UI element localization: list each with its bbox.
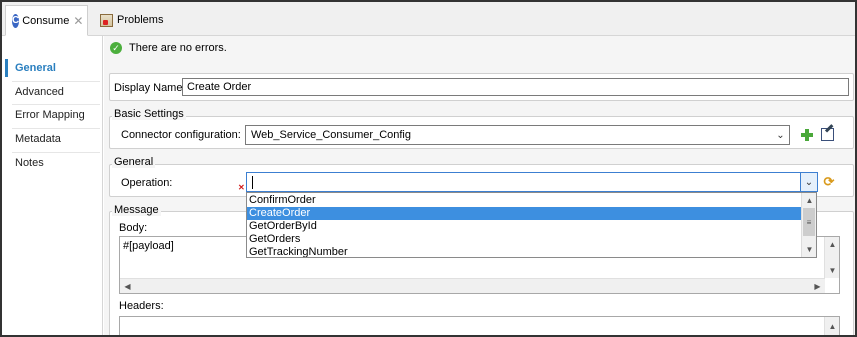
- sidebar-item-label: Error Mapping: [15, 109, 85, 121]
- dropdown-option-selected[interactable]: CreateOrder: [247, 207, 801, 220]
- general-title: General: [112, 156, 156, 168]
- dropdown-option[interactable]: ConfirmOrder: [247, 194, 801, 207]
- tab-problems-label: Problems: [117, 14, 164, 26]
- chevron-down-icon[interactable]: ⌄: [772, 126, 789, 144]
- display-name-label: Display Name:: [114, 82, 186, 94]
- display-name-group: Display Name: Create Order: [109, 73, 854, 101]
- vertical-scrollbar[interactable]: ▲: [824, 317, 840, 335]
- problems-icon: [100, 13, 113, 27]
- tab-consume-label: Consume: [22, 14, 70, 27]
- edit-icon[interactable]: [821, 128, 834, 141]
- message-title: Message: [112, 204, 161, 216]
- close-icon[interactable]: ✕: [73, 14, 83, 28]
- editor-window: C Consume ✕ Problems General Advanced Er…: [0, 0, 857, 337]
- operation-label: Operation:: [121, 177, 173, 189]
- sidebar-item-label: General: [15, 62, 56, 74]
- chevron-down-icon[interactable]: ⌄: [800, 173, 817, 191]
- sidebar-item-label: Metadata: [15, 133, 61, 145]
- vertical-scrollbar[interactable]: ▲ ▼: [824, 237, 839, 278]
- tab-bar: C Consume ✕ Problems: [2, 2, 855, 36]
- plus-icon[interactable]: [800, 128, 814, 142]
- tab-consume[interactable]: C Consume ✕: [5, 5, 88, 36]
- tab-problems[interactable]: Problems: [94, 5, 169, 35]
- status-bar: ✓ There are no errors.: [110, 42, 227, 54]
- scroll-up-icon[interactable]: ▲: [802, 193, 817, 208]
- text-caret: [252, 176, 253, 189]
- dropdown-option[interactable]: GetTrackingNumber: [247, 246, 801, 257]
- scroll-thumb[interactable]: ≡: [803, 208, 815, 236]
- body-value: #[payload]: [123, 240, 174, 252]
- scroll-up-icon[interactable]: ▲: [825, 237, 840, 252]
- sidebar-item-label: Notes: [15, 157, 44, 169]
- main-panel: ✓ There are no errors. Display Name: Cre…: [104, 36, 855, 335]
- error-icon: ✕: [238, 183, 245, 192]
- refresh-icon[interactable]: ⟳: [822, 175, 836, 189]
- scroll-down-icon[interactable]: ▼: [825, 263, 840, 278]
- headers-textarea[interactable]: ▲: [119, 316, 840, 335]
- headers-label: Headers:: [119, 300, 164, 312]
- status-message: There are no errors.: [129, 42, 227, 54]
- scroll-right-icon[interactable]: ▶: [810, 279, 825, 294]
- dropdown-scrollbar[interactable]: ▲ ≡ ▼: [801, 193, 816, 257]
- body-label: Body:: [119, 222, 148, 234]
- consume-icon: C: [12, 13, 20, 28]
- sidebar-item-notes[interactable]: Notes: [2, 151, 102, 175]
- basic-settings-title: Basic Settings: [112, 108, 186, 120]
- sidebar-item-general[interactable]: General: [2, 56, 102, 80]
- dropdown-option[interactable]: GetOrderById: [247, 220, 801, 233]
- dropdown-option[interactable]: GetOrders: [247, 233, 801, 246]
- sidebar-item-label: Advanced: [15, 86, 64, 98]
- operation-dropdown-list: ConfirmOrder CreateOrder GetOrderById Ge…: [246, 192, 817, 258]
- horizontal-scrollbar[interactable]: ◀ ▶: [120, 278, 825, 293]
- sidebar-item-error-mapping[interactable]: Error Mapping: [2, 103, 102, 127]
- check-circle-icon: ✓: [110, 42, 122, 54]
- connector-config-select[interactable]: Web_Service_Consumer_Config ⌄: [245, 125, 790, 145]
- scroll-down-icon[interactable]: ▼: [802, 242, 817, 257]
- sidebar-item-advanced[interactable]: Advanced: [2, 80, 102, 104]
- connector-config-value: Web_Service_Consumer_Config: [251, 129, 411, 141]
- display-name-field[interactable]: Create Order: [182, 78, 849, 96]
- scroll-left-icon[interactable]: ◀: [120, 279, 135, 294]
- sidebar: General Advanced Error Mapping Metadata …: [2, 36, 103, 335]
- scroll-up-icon[interactable]: ▲: [825, 319, 840, 334]
- sidebar-item-metadata[interactable]: Metadata: [2, 127, 102, 151]
- operation-select[interactable]: ⌄: [246, 172, 818, 192]
- connector-config-label: Connector configuration:: [121, 129, 241, 141]
